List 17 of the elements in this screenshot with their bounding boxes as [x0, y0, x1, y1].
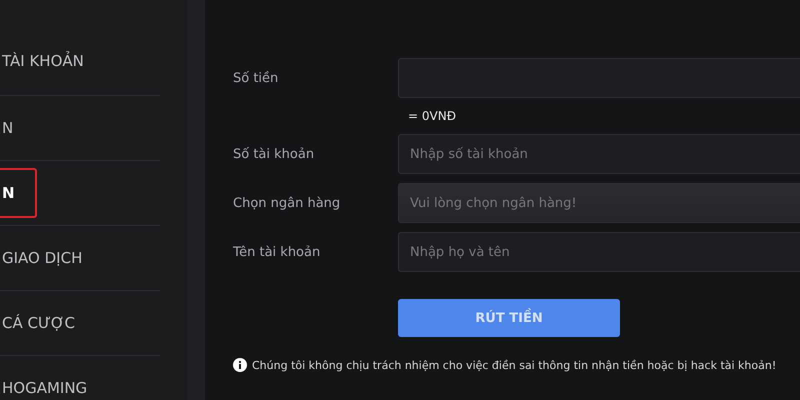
field-label: Tên tài khoản — [233, 244, 322, 260]
sidebar-item[interactable]: N — [0, 168, 37, 218]
input-field[interactable]: Nhập số tài khoản — [398, 134, 800, 174]
notice-text: Chúng tôi không chịu trách nhiệm cho việc điền sai thông tin nhận tiền hoặc bị hack tài khoản! — [252, 358, 776, 372]
field-label: Số tài khoản — [233, 146, 316, 162]
input-field[interactable] — [398, 58, 800, 98]
field-label: Chọn ngân hàng — [233, 196, 342, 210]
sidebar-item[interactable]: TÀI KHOẢN — [0, 52, 86, 70]
sidebar-item[interactable]: CÁ CƯỢC — [0, 314, 78, 332]
field-label: Số tiền — [233, 70, 280, 86]
sidebar-item[interactable]: HOGAMING — [0, 379, 90, 397]
input-field[interactable]: Nhập họ và tên — [398, 232, 800, 272]
info-icon — [233, 358, 247, 372]
bank-select[interactable]: Vui lòng chọn ngân hàng! — [398, 183, 800, 223]
sidebar-item[interactable]: N — [0, 119, 16, 137]
sidebar-item[interactable]: GIAO DỊCH — [0, 249, 84, 267]
amount-conversion: = 0VNĐ — [408, 108, 457, 125]
